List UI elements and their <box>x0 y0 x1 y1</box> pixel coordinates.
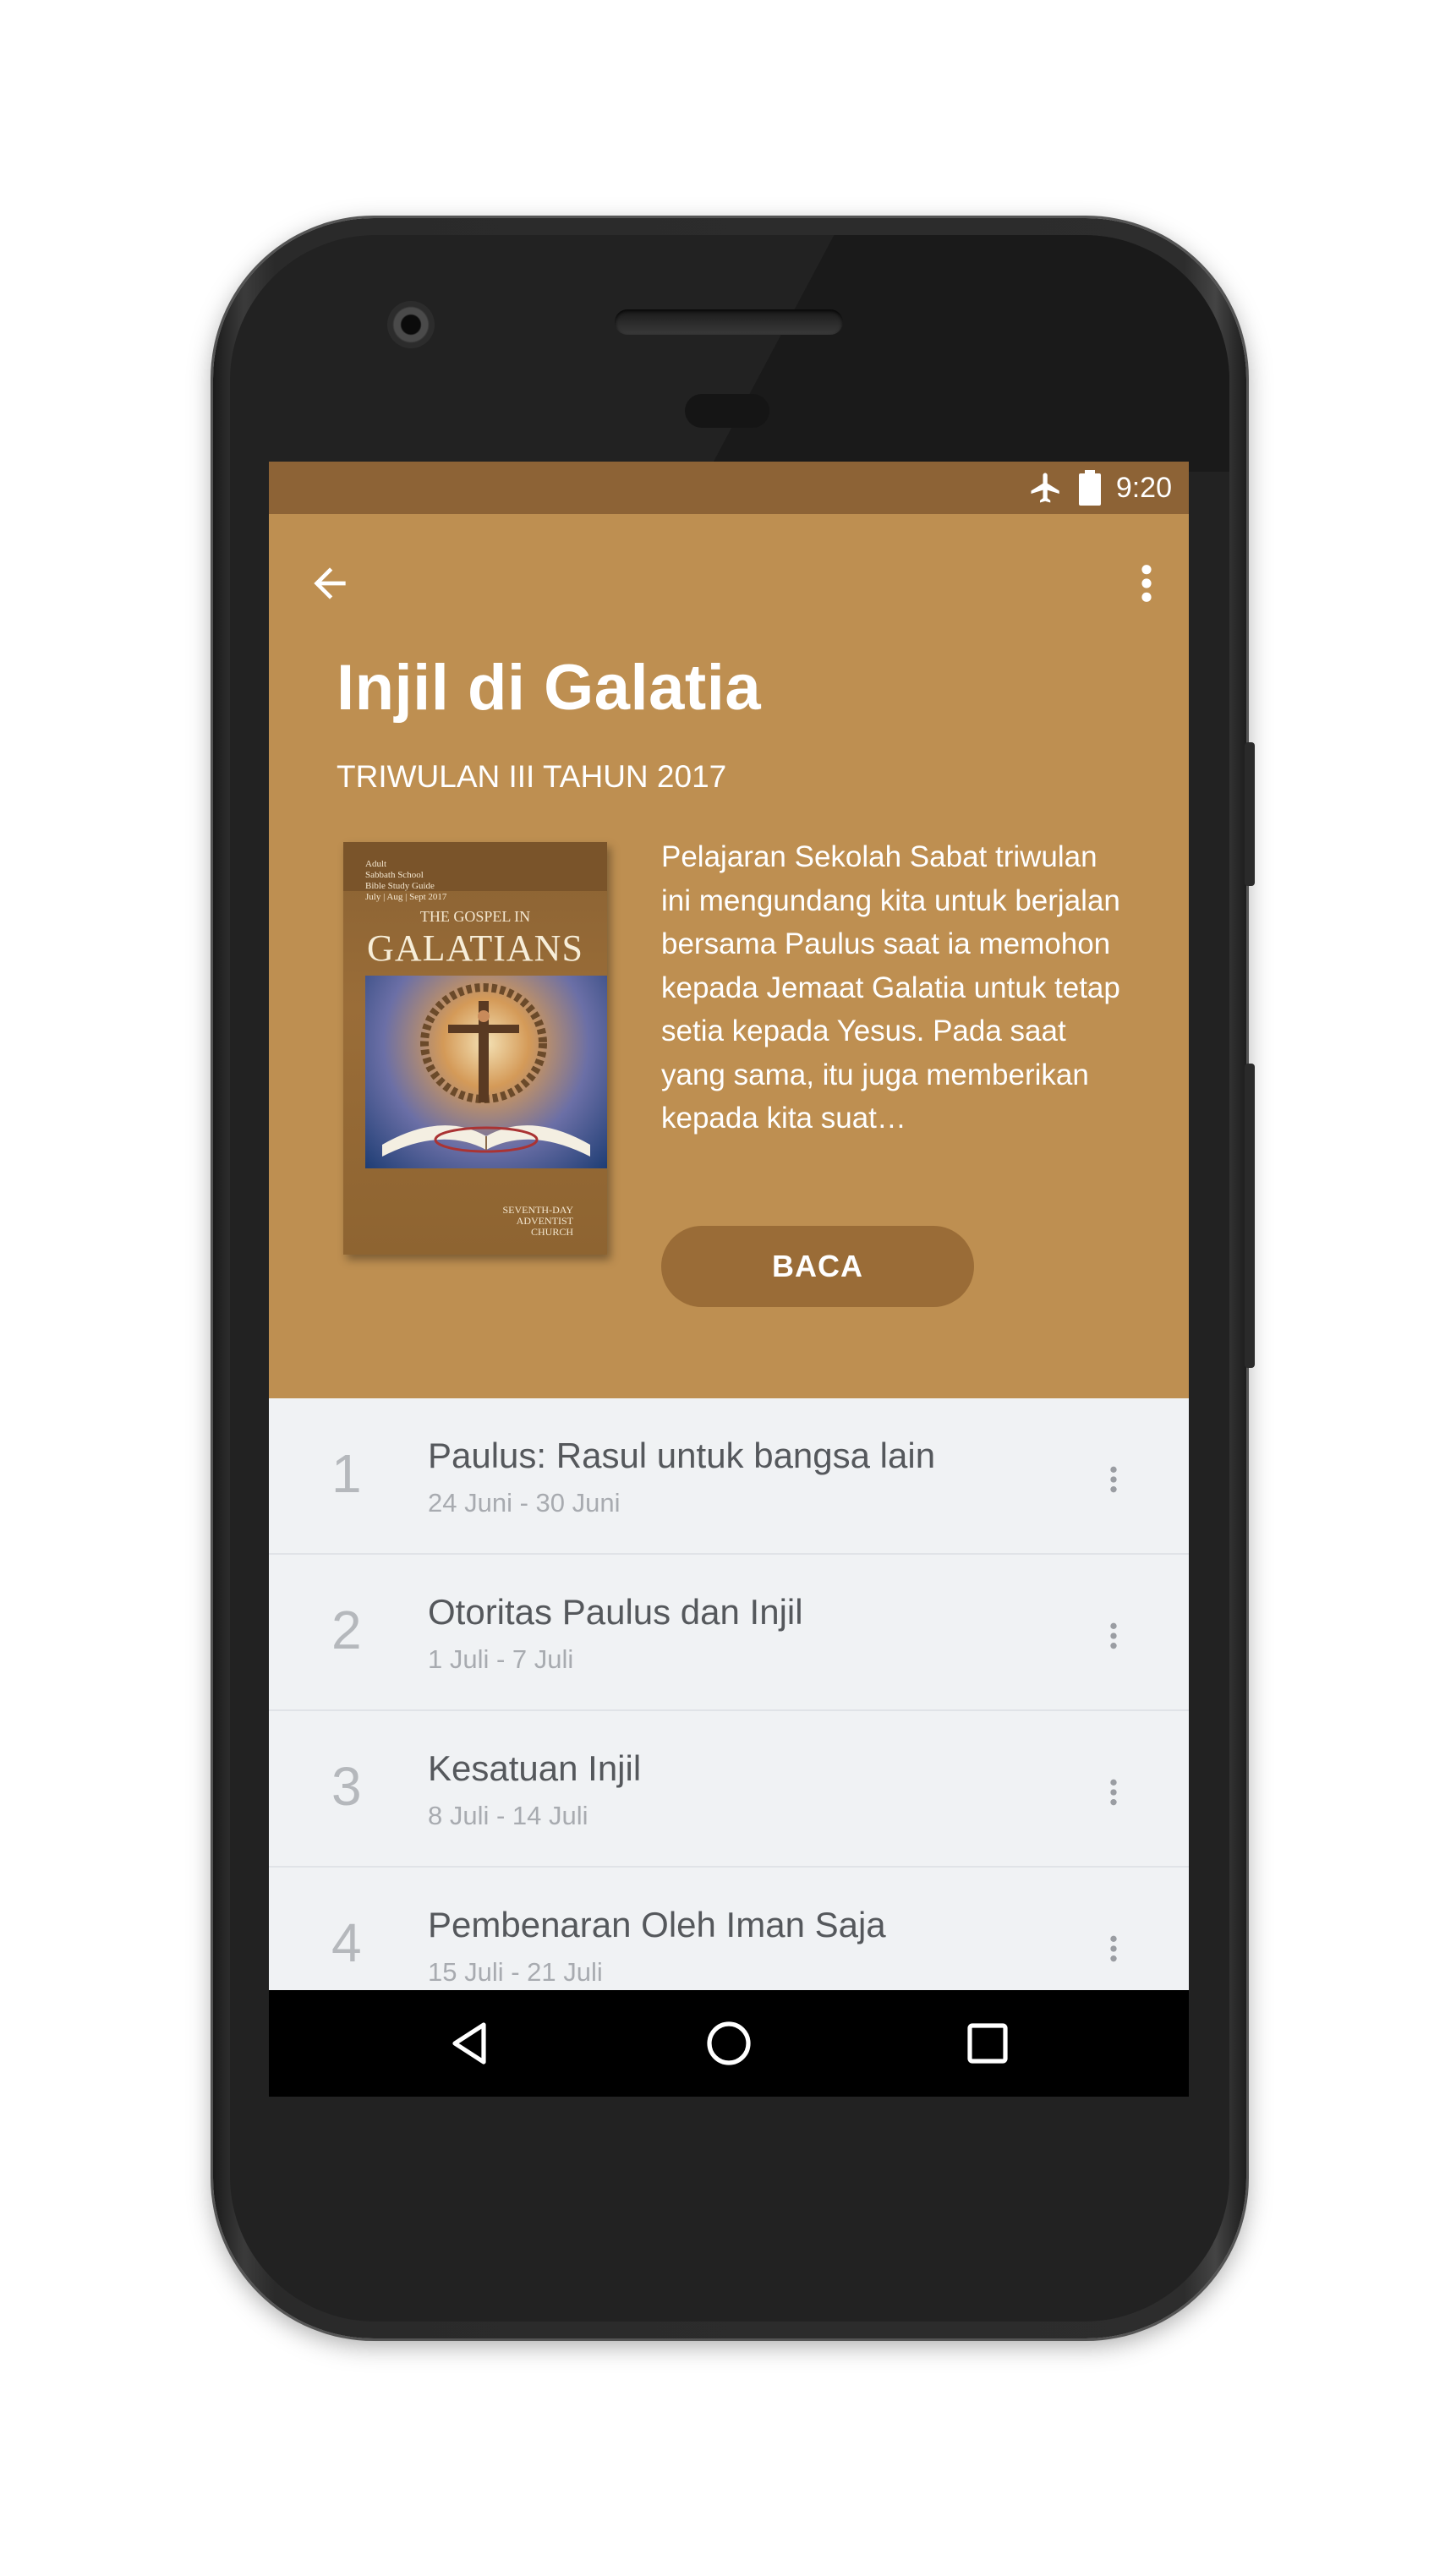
cover-top-text: Adult Sabbath School Bible Study Guide J… <box>365 859 446 903</box>
nav-back-icon[interactable] <box>445 2018 495 2069</box>
quarterly-header: Injil di Galatia TRIWULAN III TAHUN 2017… <box>269 514 1189 1398</box>
cover-heading-large: GALATIANS <box>367 927 583 969</box>
read-button[interactable]: BACA <box>661 1226 974 1307</box>
more-vert-icon[interactable] <box>1101 1775 1126 1809</box>
lesson-list: 1 Paulus: Rasul untuk bangsa lain 24 Jun… <box>269 1398 1189 2024</box>
volume-button <box>1245 1064 1255 1368</box>
earpiece-speaker <box>615 309 843 335</box>
quarterly-title: Injil di Galatia <box>337 652 762 724</box>
lesson-title: Pembenaran Oleh Iman Saja <box>428 1905 886 1944</box>
proximity-sensor <box>685 394 769 428</box>
phone-glare <box>708 235 1229 472</box>
cover-heading-small: THE GOSPEL IN <box>419 908 531 925</box>
status-bar: 9:20 <box>269 462 1189 514</box>
front-camera <box>387 301 435 348</box>
arrow-back-icon[interactable] <box>306 560 353 607</box>
cover-footer-line: CHURCH <box>530 1226 573 1238</box>
lesson-title: Kesatuan Injil <box>428 1748 642 1788</box>
more-vert-icon[interactable] <box>1101 1619 1126 1653</box>
lesson-item[interactable]: 1 Paulus: Rasul untuk bangsa lain 24 Jun… <box>269 1398 1189 1555</box>
app-screen: 9:20 Injil di Galatia TRIWULAN III TAHUN… <box>269 462 1189 2097</box>
battery-icon <box>1078 470 1101 506</box>
cover-text-line: Adult <box>365 859 387 869</box>
nav-recent-apps-icon[interactable] <box>962 2018 1013 2069</box>
cover-footer-text: SEVENTH-DAY ADVENTIST CHURCH <box>502 1205 573 1238</box>
lesson-number: 1 <box>331 1443 362 1504</box>
lesson-item[interactable]: 3 Kesatuan Injil 8 Juli - 14 Juli <box>269 1711 1189 1868</box>
lesson-item[interactable]: 2 Otoritas Paulus dan Injil 1 Juli - 7 J… <box>269 1555 1189 1711</box>
lesson-date: 15 Juli - 21 Juli <box>428 1957 603 1987</box>
lesson-title: Paulus: Rasul untuk bangsa lain <box>428 1436 936 1475</box>
lesson-number: 4 <box>331 1912 362 1973</box>
cover-text-line: Bible Study Guide <box>365 881 435 891</box>
lesson-date: 1 Juli - 7 Juli <box>428 1644 574 1674</box>
quarterly-description: Pelajaran Sekolah Sabat triwulan ini men… <box>661 840 1120 1135</box>
lesson-date: 24 Juni - 30 Juni <box>428 1488 621 1518</box>
nav-home-icon[interactable] <box>703 2018 754 2069</box>
power-button <box>1245 742 1255 886</box>
lesson-date: 8 Juli - 14 Juli <box>428 1801 588 1830</box>
more-vert-icon[interactable] <box>1101 1932 1126 1966</box>
quarterly-subtitle: TRIWULAN III TAHUN 2017 <box>337 759 727 794</box>
system-nav-bar <box>269 1990 1189 2097</box>
status-time: 9:20 <box>1115 471 1172 504</box>
cover-text-line: Sabbath School <box>365 870 424 880</box>
airplane-mode-icon <box>1028 470 1064 506</box>
lesson-number: 2 <box>331 1600 362 1660</box>
cover-text-line: July | Aug | Sept 2017 <box>365 892 447 902</box>
cover-artwork <box>365 976 607 1168</box>
lesson-number: 3 <box>331 1756 362 1817</box>
more-vert-icon[interactable] <box>1101 1463 1126 1496</box>
quarterly-cover-image: Adult Sabbath School Bible Study Guide J… <box>343 842 607 1255</box>
lesson-title: Otoritas Paulus dan Injil <box>428 1592 803 1632</box>
status-icons: 9:20 <box>1028 462 1172 514</box>
more-vert-icon[interactable] <box>1130 560 1163 607</box>
